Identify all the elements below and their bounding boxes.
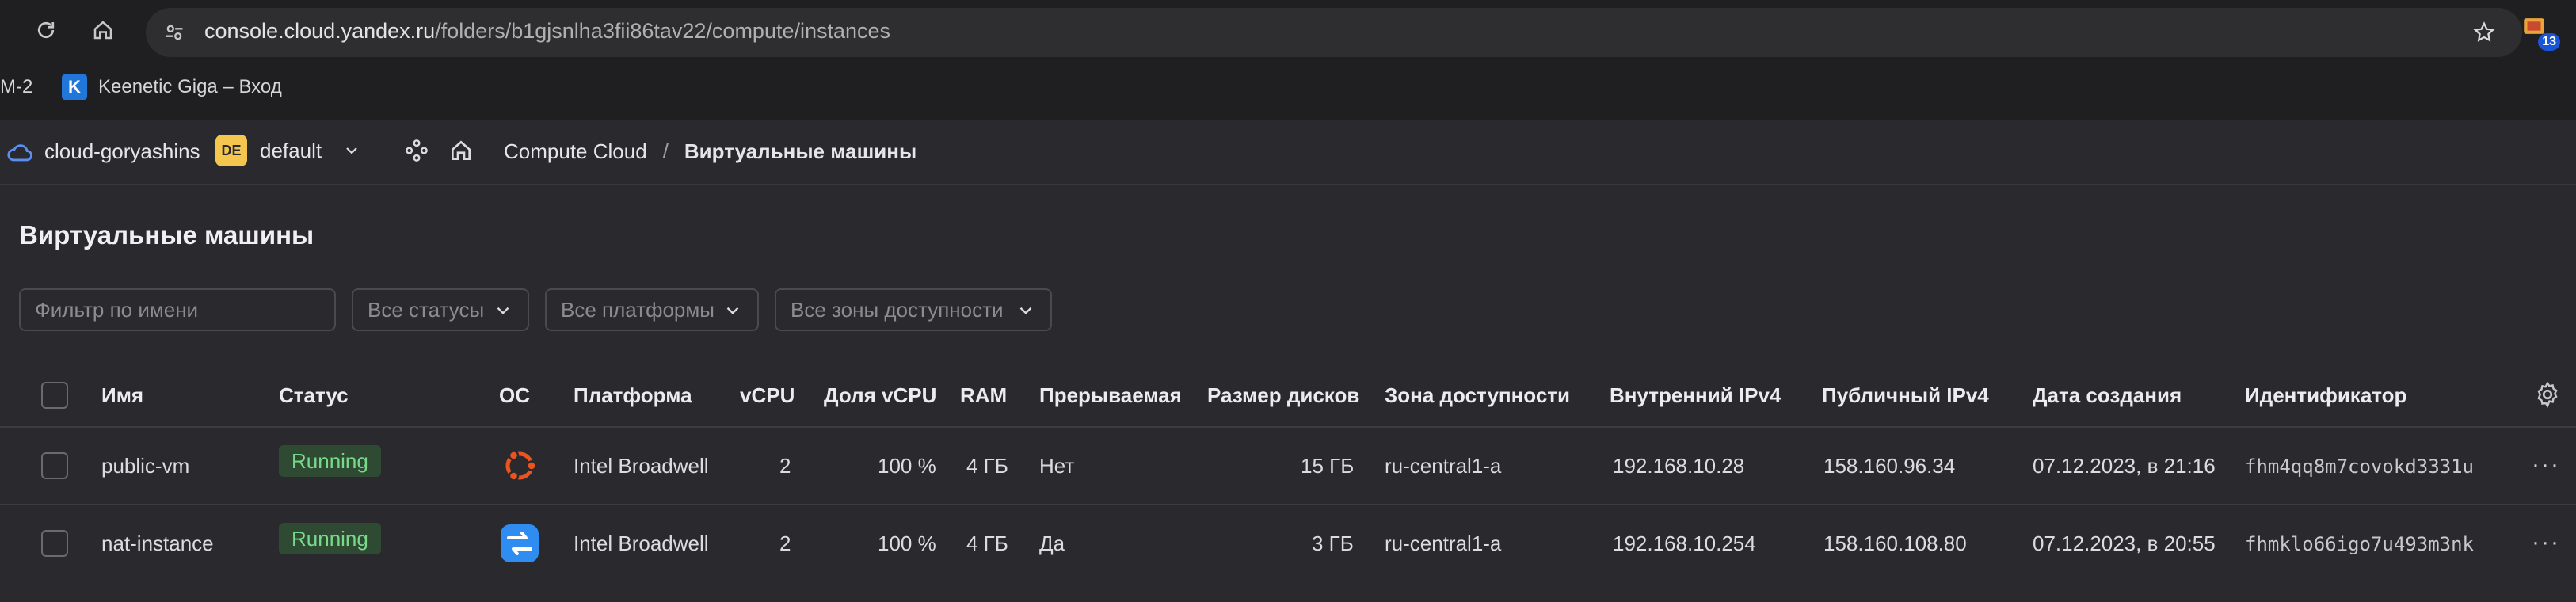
disk-size: 3 ГБ xyxy=(1312,532,1354,555)
url-host: console.cloud.yandex.ru xyxy=(204,19,436,43)
reload-icon xyxy=(37,21,55,39)
zone: ru-central1-a xyxy=(1385,532,1502,555)
extension-button[interactable]: 13 xyxy=(2521,13,2560,51)
status-badge: Running xyxy=(279,523,381,554)
vcpu: 2 xyxy=(779,454,791,478)
row-checkbox[interactable] xyxy=(41,452,68,479)
col-disk-size[interactable]: Размер дисков xyxy=(1207,383,1359,408)
bookmark-item-keenetic[interactable]: K Keenetic Giga – Вход xyxy=(62,74,282,100)
instance-name[interactable]: nat-instance xyxy=(101,532,214,556)
status-filter-select[interactable]: Все статусы xyxy=(352,288,529,331)
preemptible: Да xyxy=(1039,532,1065,555)
chevron-down-icon xyxy=(497,307,509,314)
bookmarks-bar: M-2 K Keenetic Giga – Вход xyxy=(0,60,2576,119)
table-row[interactable]: public-vm Running Intel Broadwell 2 100 … xyxy=(0,428,2576,505)
zone-filter-select[interactable]: Все зоны доступности xyxy=(775,288,1052,331)
chevron-down-icon xyxy=(726,307,739,314)
home-icon xyxy=(93,21,112,40)
created-date: 07.12.2023, в 20:55 xyxy=(2033,532,2216,555)
disk-size: 15 ГБ xyxy=(1301,454,1355,478)
bookmark-star-icon[interactable] xyxy=(2468,17,2500,48)
reload-button[interactable] xyxy=(30,14,62,46)
folder-selector[interactable]: DE default xyxy=(215,135,361,166)
bookmark-label: Keenetic Giga – Вход xyxy=(98,76,282,97)
folder-badge: DE xyxy=(215,135,247,166)
platform-filter-select[interactable]: Все платформы xyxy=(545,288,759,331)
zone: ru-central1-a xyxy=(1385,454,1502,478)
table-header-row: Имя Статус ОС Платформа vCPU Доля vCPU R… xyxy=(0,364,2576,428)
col-internal-ip[interactable]: Внутренний IPv4 xyxy=(1610,383,1781,408)
col-preemptible[interactable]: Прерываемая xyxy=(1039,383,1182,408)
folder-name: default xyxy=(260,138,322,162)
row-actions-menu-icon[interactable]: ··· xyxy=(2532,452,2560,478)
internal-ip: 192.168.10.28 xyxy=(1613,454,1745,478)
vcpu-share: 100 % xyxy=(878,532,936,555)
console-home-button[interactable] xyxy=(448,138,474,163)
col-ram[interactable]: RAM xyxy=(960,383,1007,408)
internal-ip: 192.168.10.254 xyxy=(1613,532,1756,555)
services-icon xyxy=(406,139,428,162)
extension-badge: 13 xyxy=(2538,33,2560,51)
instance-name[interactable]: public-vm xyxy=(101,454,189,478)
col-zone[interactable]: Зона доступности xyxy=(1385,383,1570,408)
zone-filter-value: Все зоны доступности xyxy=(791,297,1004,322)
ram: 4 ГБ xyxy=(966,532,1008,555)
platform: Intel Broadwell xyxy=(574,454,709,478)
name-filter-placeholder: Фильтр по имени xyxy=(35,297,199,322)
bookmark-item[interactable]: M-2 xyxy=(0,76,32,98)
chevron-down-icon xyxy=(1019,307,1032,314)
public-ip: 158.160.108.80 xyxy=(1823,532,1967,555)
chevron-down-icon xyxy=(346,147,357,154)
cloud-icon xyxy=(7,143,32,161)
page-title: Виртуальные машины xyxy=(19,220,314,250)
platform-filter-value: Все платформы xyxy=(561,297,714,322)
cloud-name: cloud-goryashins xyxy=(44,139,200,163)
instance-id: fhmklo66igo7u493m3nk xyxy=(2245,533,2474,555)
table-settings-gear-icon[interactable] xyxy=(2533,380,2562,409)
col-status[interactable]: Статус xyxy=(279,383,349,408)
platform: Intel Broadwell xyxy=(574,532,709,555)
home-icon xyxy=(452,140,471,160)
preemptible: Нет xyxy=(1039,454,1075,478)
url-text[interactable]: console.cloud.yandex.ru/folders/b1gjsnlh… xyxy=(204,19,890,44)
site-settings-icon[interactable] xyxy=(158,17,190,48)
bookmark-label: M-2 xyxy=(0,76,33,97)
col-vcpu-share[interactable]: Доля vCPU xyxy=(824,383,936,408)
ram: 4 ГБ xyxy=(966,454,1008,478)
select-all-checkbox[interactable] xyxy=(41,382,68,409)
created-date: 07.12.2023, в 21:16 xyxy=(2033,454,2216,478)
table-row[interactable]: nat-instance Running Intel Broadwell 2 1… xyxy=(0,505,2576,581)
public-ip: 158.160.96.34 xyxy=(1823,454,1956,478)
breadcrumb: Compute Cloud / Виртуальные машины xyxy=(504,139,916,164)
col-name[interactable]: Имя xyxy=(101,383,143,408)
col-public-ip[interactable]: Публичный IPv4 xyxy=(1822,383,1989,408)
keenetic-favicon-icon: K xyxy=(62,74,87,100)
ubuntu-icon xyxy=(505,450,537,482)
console-header: cloud-goryashins DE default Compute Clou… xyxy=(0,120,2576,185)
browser-chrome: console.cloud.yandex.ru/folders/b1gjsnlh… xyxy=(0,0,2576,120)
name-filter-input[interactable]: Фильтр по имени xyxy=(19,288,336,331)
address-bar-row: console.cloud.yandex.ru/folders/b1gjsnlh… xyxy=(0,0,2576,60)
col-os[interactable]: ОС xyxy=(499,383,530,408)
row-checkbox[interactable] xyxy=(41,530,68,557)
home-button[interactable] xyxy=(87,14,119,46)
omnibox[interactable]: console.cloud.yandex.ru/folders/b1gjsnlh… xyxy=(146,8,2522,57)
breadcrumb-current: Виртуальные машины xyxy=(684,139,917,163)
status-filter-value: Все статусы xyxy=(368,297,485,322)
col-created[interactable]: Дата создания xyxy=(2033,383,2182,408)
services-button[interactable] xyxy=(404,138,429,163)
nat-instance-os-icon xyxy=(501,524,539,562)
col-id[interactable]: Идентификатор xyxy=(2245,383,2406,408)
vcpu-share: 100 % xyxy=(878,454,936,478)
row-actions-menu-icon[interactable]: ··· xyxy=(2532,529,2560,556)
instance-id: fhm4qq8m7covokd3331u xyxy=(2245,455,2474,478)
cloud-selector[interactable]: cloud-goryashins xyxy=(6,139,200,164)
col-platform[interactable]: Платформа xyxy=(574,383,692,408)
breadcrumb-separator: / xyxy=(662,139,669,163)
vcpu: 2 xyxy=(779,532,791,555)
col-vcpu[interactable]: vCPU xyxy=(740,383,795,408)
url-path: /folders/b1gjsnlha3fii86tav22/compute/in… xyxy=(435,19,891,43)
status-badge: Running xyxy=(279,445,381,477)
breadcrumb-service[interactable]: Compute Cloud xyxy=(504,139,647,164)
